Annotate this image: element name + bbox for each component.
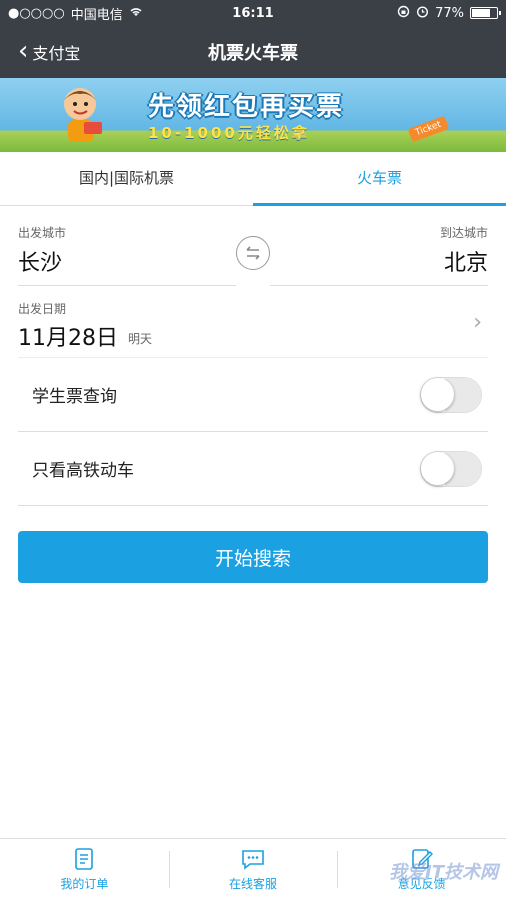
ticket-tag: Ticket (408, 115, 450, 143)
student-ticket-label: 学生票查询 (32, 387, 117, 407)
chat-icon (242, 850, 264, 870)
back-label: 支付宝 (32, 44, 81, 63)
status-bar: ●○○○○ 中国电信 16:11 77% (0, 0, 506, 26)
watermark: 我爱IT技术网 (389, 862, 498, 883)
my-orders-button[interactable]: 我的订单 (0, 839, 169, 900)
online-service-label: 在线客服 (229, 877, 278, 891)
chevron-right-icon: › (473, 310, 482, 335)
to-city-value: 北京 (443, 251, 488, 276)
signal-indicator: ●○○○○ (8, 5, 65, 21)
back-button[interactable]: ‹ 支付宝 (18, 26, 80, 78)
battery-percent: 77% (435, 5, 464, 21)
high-speed-only-toggle[interactable] (420, 450, 482, 487)
from-city-field[interactable]: 出发城市 长沙 (18, 224, 236, 286)
high-speed-only-row: 只看高铁动车 (18, 432, 488, 506)
carrier-name: 中国电信 (70, 7, 123, 23)
from-city-label: 出发城市 (18, 226, 67, 240)
from-city-value: 长沙 (18, 251, 63, 276)
date-value: 11月28日 (18, 326, 118, 351)
banner-subline: 10-1000元轻松拿 (148, 124, 310, 142)
battery-fill (472, 9, 491, 17)
status-time: 16:11 (232, 5, 274, 21)
chevron-left-icon: ‹ (18, 36, 29, 66)
high-speed-only-label: 只看高铁动车 (32, 461, 134, 481)
tab-flights[interactable]: 国内|国际机票 (0, 152, 253, 205)
to-city-field[interactable]: 到达城市 北京 (270, 224, 488, 286)
my-orders-label: 我的订单 (60, 877, 109, 891)
to-city-label: 到达城市 (439, 226, 488, 240)
bottom-bar: 我的订单 在线客服 意见反馈 我爱IT技术网 (0, 838, 506, 900)
date-label: 出发日期 (18, 302, 67, 316)
status-right: 77% (328, 5, 501, 22)
order-icon (75, 848, 94, 870)
date-hint: 明天 (128, 332, 153, 346)
online-service-button[interactable]: 在线客服 (168, 839, 338, 900)
toggle-knob (421, 451, 454, 485)
banner-headline: 先领红包再买票 (148, 92, 345, 122)
alarm-icon (416, 5, 429, 22)
student-ticket-row: 学生票查询 (18, 358, 488, 432)
search-button[interactable]: 开始搜索 (18, 531, 488, 583)
toggle-knob (421, 377, 454, 411)
wifi-icon (129, 6, 143, 21)
status-left: ●○○○○ 中国电信 (8, 4, 178, 23)
route-selector: 出发城市 长沙 到达城市 北京 (0, 206, 506, 286)
rotation-lock-icon (397, 5, 410, 22)
student-ticket-toggle[interactable] (420, 376, 482, 413)
tab-train[interactable]: 火车票 (253, 152, 506, 206)
cartoon-kid-icon (64, 88, 102, 142)
nav-bar: ‹ 支付宝 机票火车票 (0, 26, 506, 78)
swap-icon (246, 246, 260, 260)
departure-date-field[interactable]: 出发日期 11月28日 明天 › (18, 286, 488, 358)
battery-icon (470, 7, 501, 19)
ticket-type-tabs: 国内|国际机票 火车票 (0, 152, 506, 206)
promo-banner[interactable]: 先领红包再买票 10-1000元轻松拿 Ticket (0, 78, 506, 152)
swap-cities-button[interactable] (236, 236, 270, 270)
